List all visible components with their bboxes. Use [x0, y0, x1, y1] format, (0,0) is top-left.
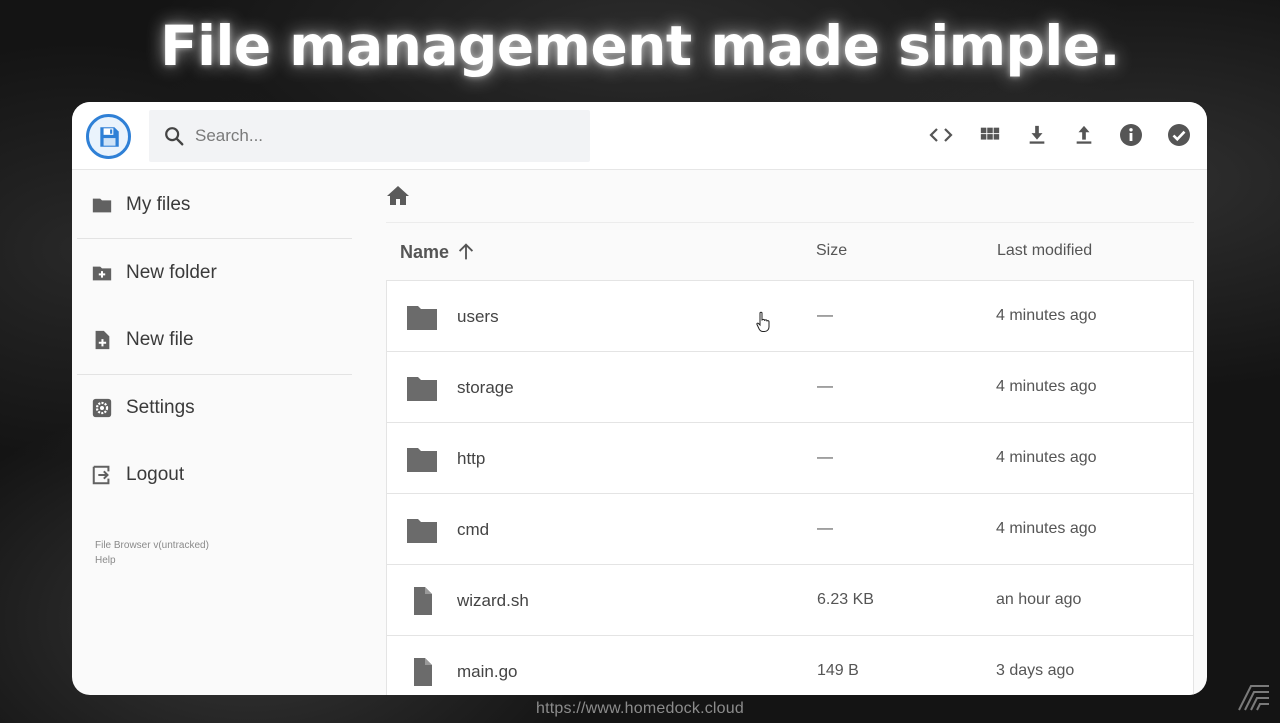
search-bar[interactable] — [149, 110, 590, 162]
file-size: — — [817, 378, 833, 395]
watermark-url: https://www.homedock.cloud — [536, 700, 744, 717]
info-icon[interactable] — [1118, 122, 1144, 148]
brand-mark-icon — [1238, 685, 1269, 711]
sidebar-item-my-files[interactable]: My files — [72, 175, 352, 235]
folder-icon — [407, 306, 437, 330]
file-modified: 4 minutes ago — [996, 520, 1097, 537]
file-size: — — [817, 307, 833, 324]
sidebar-item-new-file[interactable]: New file — [72, 310, 352, 370]
sidebar-item-label: New file — [126, 329, 194, 350]
sidebar: My files New folder New file Settings Lo… — [72, 171, 354, 695]
version-text: File Browser v(untracked) — [95, 540, 209, 551]
search-icon — [165, 127, 184, 146]
floppy-disk-icon — [99, 126, 119, 147]
folder-icon — [92, 198, 112, 213]
app-logo[interactable] — [86, 114, 131, 159]
sidebar-item-label: Settings — [126, 397, 195, 418]
settings-icon — [92, 398, 112, 418]
breadcrumb-divider — [386, 222, 1194, 223]
code-icon[interactable] — [928, 122, 954, 148]
file-modified: 4 minutes ago — [996, 449, 1097, 466]
sidebar-item-settings[interactable]: Settings — [72, 378, 352, 438]
new-folder-icon — [92, 266, 112, 281]
sidebar-item-logout[interactable]: Logout — [72, 445, 352, 505]
check-circle-icon[interactable] — [1166, 122, 1192, 148]
new-file-icon — [95, 330, 110, 350]
sidebar-divider — [77, 374, 352, 375]
folder-icon — [407, 519, 437, 543]
sidebar-item-label: My files — [126, 194, 191, 215]
file-name: wizard.sh — [457, 591, 529, 610]
file-modified: an hour ago — [996, 591, 1082, 608]
column-header-name[interactable]: Name — [400, 242, 449, 263]
sidebar-divider — [77, 238, 352, 239]
sidebar-item-new-folder[interactable]: New folder — [72, 243, 352, 303]
file-browser-window: My files New folder New file Settings Lo… — [72, 102, 1207, 695]
hand-cursor-icon — [756, 311, 770, 332]
list-item[interactable]: storage — 4 minutes ago — [386, 351, 1194, 423]
folder-icon — [407, 377, 437, 401]
file-modified: 3 days ago — [996, 662, 1075, 679]
help-link[interactable]: Help — [95, 555, 116, 566]
list-item[interactable]: wizard.sh 6.23 KB an hour ago — [386, 564, 1194, 636]
column-header-size[interactable]: Size — [816, 242, 847, 260]
file-name: cmd — [457, 520, 490, 539]
breadcrumb[interactable] — [386, 184, 410, 211]
file-size: — — [817, 449, 833, 466]
file-name: users — [457, 307, 499, 326]
sidebar-item-label: New folder — [126, 262, 217, 283]
file-size: 6.23 KB — [817, 591, 874, 608]
file-size: 149 B — [817, 662, 859, 679]
search-input[interactable] — [195, 123, 575, 149]
list-item[interactable]: users — 4 minutes ago — [386, 280, 1194, 352]
file-size: — — [817, 520, 833, 537]
file-name: http — [457, 449, 486, 468]
file-icon — [414, 587, 432, 615]
file-modified: 4 minutes ago — [996, 307, 1097, 324]
file-modified: 4 minutes ago — [996, 378, 1097, 395]
list-item[interactable]: cmd — 4 minutes ago — [386, 493, 1194, 565]
list-item[interactable]: main.go 149 B 3 days ago — [386, 635, 1194, 695]
file-icon — [414, 658, 432, 686]
sidebar-item-label: Logout — [126, 464, 185, 485]
column-header-modified[interactable]: Last modified — [997, 242, 1092, 260]
home-icon — [387, 186, 409, 205]
top-bar — [72, 102, 1207, 170]
file-name: storage — [457, 378, 514, 397]
upload-icon[interactable] — [1071, 122, 1097, 148]
file-list: users — 4 minutes ago storage — 4 minute… — [386, 280, 1194, 695]
arrow-up-icon[interactable] — [455, 241, 477, 263]
grid-view-icon[interactable] — [977, 122, 1003, 148]
list-item[interactable]: http — 4 minutes ago — [386, 422, 1194, 494]
folder-icon — [407, 448, 437, 472]
file-name: main.go — [457, 662, 518, 681]
download-icon[interactable] — [1024, 122, 1050, 148]
logout-icon — [92, 465, 110, 485]
headline: File management made simple. — [160, 14, 1120, 78]
